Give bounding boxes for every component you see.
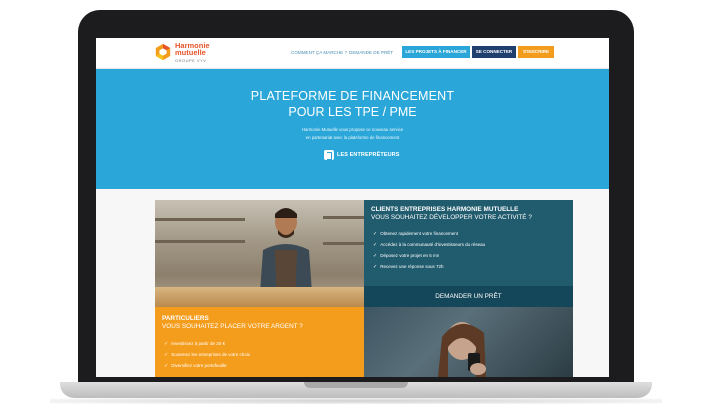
- individuals-list-item: ✓ Investissez à partir de 20 €: [164, 341, 225, 347]
- business-list-item: ✓ Déposez votre projet en 5 mn: [373, 253, 440, 259]
- check-icon: ✓: [164, 363, 169, 369]
- business-subtitle: VOUS SOUHAITEZ DÉVELOPPER VOTRE ACTIVITÉ…: [371, 214, 532, 221]
- individuals-list-item: ✓ Diversifiez votre portefeuille: [164, 363, 227, 369]
- laptop-base: [60, 382, 652, 398]
- check-icon: ✓: [373, 231, 378, 237]
- projects-button[interactable]: LES PROJETS À FINANCER: [402, 46, 470, 58]
- individuals-subtitle: VOUS SOUHAITEZ PLACER VOTRE ARGENT ?: [162, 323, 303, 330]
- signup-button[interactable]: S'INSCRIRE: [518, 46, 554, 58]
- business-title: CLIENTS ENTREPRISES HARMONIE MUTUELLE: [371, 206, 519, 213]
- brand-name-line2: mutuelle: [175, 48, 206, 57]
- request-loan-button[interactable]: DEMANDER UN PRÊT: [364, 286, 573, 307]
- laptop-screen: Harmonie mutuelle GROUPE VYV COMMENT ÇA …: [96, 38, 609, 377]
- brand-group-line: GROUPE VYV: [175, 58, 207, 63]
- hero-title-line1: PLATEFORME DE FINANCEMENT: [250, 89, 455, 103]
- check-icon: ✓: [164, 352, 169, 358]
- photo-shelf: [323, 242, 364, 245]
- check-icon: ✓: [373, 253, 378, 259]
- hero-description-line2: en partenariat avec la plateforme de fin…: [305, 135, 400, 140]
- nav-how-it-works[interactable]: COMMENT ÇA MARCHE ?: [291, 50, 347, 55]
- business-list-item: ✓ Obtenez rapidement votre financement: [373, 231, 458, 237]
- laptop-shadow: [50, 398, 662, 404]
- login-button[interactable]: SE CONNECTER: [472, 46, 516, 58]
- partner-name: LES ENTREPRÊTEURS: [337, 152, 400, 158]
- business-list-item: ✓ Recevez une réponse sous 72h: [373, 264, 444, 270]
- photo-shelf: [155, 240, 245, 243]
- photo-shelf: [155, 218, 245, 221]
- entrepreteurs-logo-icon: [324, 150, 334, 160]
- business-list-item: ✓ Accédez à la communauté d'investisseurs…: [373, 242, 486, 248]
- site-header: Harmonie mutuelle GROUPE VYV COMMENT ÇA …: [96, 38, 609, 69]
- woman-phone-photo: [364, 307, 573, 377]
- woman-figure: [438, 322, 486, 377]
- business-panel: CLIENTS ENTREPRISES HARMONIE MUTUELLE VO…: [364, 200, 573, 286]
- bread-counter: [155, 287, 364, 307]
- baker-photo: [155, 200, 364, 307]
- hero-description-line1: Harmonie Mutuelle vous propose ce nouvea…: [301, 127, 404, 132]
- check-icon: ✓: [373, 264, 378, 270]
- individuals-panel: PARTICULIERS VOUS SOUHAITEZ PLACER VOTRE…: [155, 307, 364, 377]
- laptop-notch: [304, 382, 408, 388]
- check-icon: ✓: [164, 341, 169, 347]
- nav-loan-request[interactable]: DEMANDE DE PRÊT: [349, 50, 393, 55]
- harmonie-logo-icon[interactable]: [154, 43, 172, 61]
- brand-logo-text[interactable]: Harmonie mutuelle GROUPE VYV: [175, 42, 210, 64]
- check-icon: ✓: [373, 242, 378, 248]
- hero-title-line2: POUR LES TPE / PME: [288, 105, 417, 119]
- partner-logo[interactable]: LES ENTREPRÊTEURS: [324, 149, 400, 161]
- individuals-title: PARTICULIERS: [162, 315, 209, 322]
- individuals-list-item: ✓ Soutenez les entreprises de votre choix: [164, 352, 250, 358]
- photo-shelf: [323, 216, 364, 219]
- hero-banner: PLATEFORME DE FINANCEMENT POUR LES TPE /…: [96, 69, 609, 189]
